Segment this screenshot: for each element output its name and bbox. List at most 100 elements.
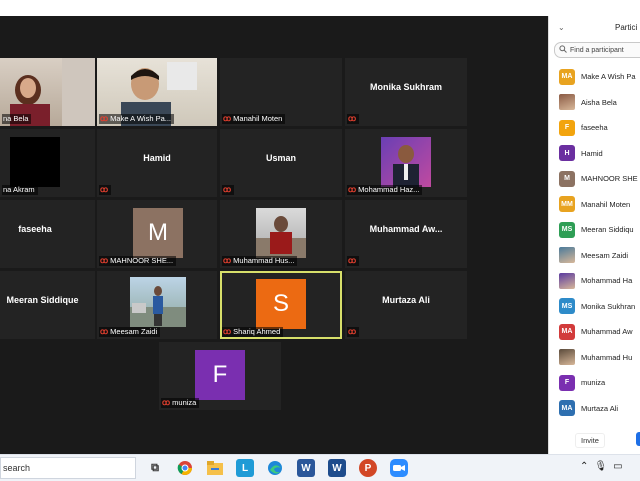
participant-search-input[interactable]: Find a participant bbox=[554, 42, 640, 58]
video-tile-akram[interactable]: na Akram bbox=[0, 129, 95, 197]
muted-mic-icon: ꝏ bbox=[223, 327, 232, 336]
participant-avatar: M bbox=[133, 208, 183, 258]
participant-photo bbox=[130, 277, 186, 327]
participant-name: Muhammad Hu bbox=[581, 352, 633, 362]
chevron-down-icon[interactable]: ⌄ bbox=[558, 23, 565, 32]
participant-list: MA Make A Wish Pa Aisha Bela Ffaseeha H Hamid… bbox=[549, 64, 640, 421]
participant-row[interactable]: Meesam Zaidi bbox=[549, 243, 640, 269]
word-icon-2[interactable]: W bbox=[328, 459, 346, 477]
video-tile-faseeha[interactable]: faseeha bbox=[0, 200, 95, 268]
participant-name: muniza bbox=[581, 378, 606, 388]
muted-mic-icon: ꝏ bbox=[348, 256, 357, 265]
participant-row[interactable]: MS Monika Sukhran bbox=[549, 294, 640, 320]
muted-mic-icon: ꝏ bbox=[100, 185, 109, 194]
participant-avatar: MM bbox=[559, 196, 575, 213]
participant-avatar: MA bbox=[559, 323, 575, 340]
muted-mic-icon: ꝏ bbox=[100, 256, 109, 265]
participant-name: Hamid bbox=[581, 148, 603, 158]
video-tile-aisha-bela[interactable]: na Bela bbox=[0, 58, 95, 126]
video-tile-muniza[interactable]: F ꝏ muniza bbox=[159, 342, 281, 410]
participants-header: ⌄ Partici bbox=[549, 16, 640, 40]
participant-avatar: MS bbox=[559, 298, 575, 315]
participant-row[interactable]: M MAHNOOR SHE bbox=[549, 166, 640, 192]
participant-photo bbox=[381, 137, 431, 187]
video-tile-murtaza-ali[interactable]: Murtaza Ali ꝏ bbox=[345, 271, 467, 339]
tile-name-label: na Akram bbox=[2, 185, 38, 195]
video-tile-usman[interactable]: Usman ꝏ bbox=[220, 129, 342, 197]
chevron-up-icon[interactable]: ⌃ bbox=[580, 461, 588, 472]
tile-name: Murtaza Ali bbox=[382, 295, 430, 305]
tile-name-label: ꝏ bbox=[347, 327, 360, 337]
participant-row[interactable]: MM Manahil Moten bbox=[549, 192, 640, 218]
participants-footer: Invite bbox=[549, 428, 640, 452]
video-tile-mahnoor[interactable]: M ꝏ MAHNOOR SHE... bbox=[97, 200, 217, 268]
participant-row[interactable]: MA Make A Wish Pa bbox=[549, 64, 640, 90]
chrome-icon[interactable] bbox=[176, 459, 194, 477]
tile-name-label: ꝏ Shariq Ahmed bbox=[222, 327, 284, 337]
gallery-view: na Bela ꝏ Make A Wish Pa... ꝏ Manahil Mote… bbox=[0, 16, 548, 454]
participant-avatar bbox=[559, 247, 575, 264]
participant-row[interactable]: Ffaseeha bbox=[549, 115, 640, 141]
participant-avatar: S bbox=[256, 279, 306, 329]
participant-video bbox=[10, 137, 60, 187]
participant-row[interactable]: Mohammad Ha bbox=[549, 268, 640, 294]
participant-avatar: MS bbox=[559, 221, 575, 238]
microphone-icon[interactable]: 🎙 bbox=[594, 461, 607, 472]
tile-name-label: ꝏ muniza bbox=[161, 398, 200, 408]
participant-row[interactable]: MA Murtaza Ali bbox=[549, 396, 640, 422]
tile-name-label: ꝏ Mohammad Haz... bbox=[347, 185, 423, 195]
muted-mic-icon: ꝏ bbox=[223, 114, 232, 123]
taskbar-search-box[interactable]: search bbox=[0, 457, 136, 479]
participant-row[interactable]: Aisha Bela bbox=[549, 90, 640, 116]
tile-name-label: ꝏ Meesam Zaidi bbox=[99, 327, 161, 337]
participant-row[interactable]: Fmuniza bbox=[549, 370, 640, 396]
video-tile-meeran-siddique[interactable]: Meeran Siddique bbox=[0, 271, 95, 339]
video-tile-muhammad-hus[interactable]: ꝏ Muhammad Hus... bbox=[220, 200, 342, 268]
tile-name-label: ꝏ bbox=[347, 114, 360, 124]
zoom-icon[interactable] bbox=[390, 459, 408, 477]
participant-avatar: F bbox=[195, 350, 245, 400]
video-tile-muhammad-aw[interactable]: Muhammad Aw... ꝏ bbox=[345, 200, 467, 268]
invite-button[interactable]: Invite bbox=[575, 433, 605, 448]
l-app-icon[interactable]: L bbox=[236, 459, 254, 477]
video-tile-shariq-ahmed-active-speaker[interactable]: S ꝏ Shariq Ahmed bbox=[220, 271, 342, 339]
taskbar-search-text: search bbox=[3, 463, 31, 473]
muted-mic-icon: ꝏ bbox=[223, 185, 232, 194]
muted-mic-icon: ꝏ bbox=[162, 398, 171, 407]
task-view-icon[interactable]: ⧉ bbox=[146, 459, 164, 477]
participant-avatar: MA bbox=[559, 68, 575, 85]
video-tile-meesam-zaidi[interactable]: ꝏ Meesam Zaidi bbox=[97, 271, 217, 339]
participant-avatar bbox=[559, 272, 575, 289]
word-icon[interactable]: W bbox=[297, 459, 315, 477]
edge-icon[interactable] bbox=[266, 459, 284, 477]
tile-name-label: ꝏ MAHNOOR SHE... bbox=[99, 256, 177, 266]
mute-all-button[interactable] bbox=[636, 432, 640, 446]
participants-panel: ⌄ Partici Find a participant MA Make A Wi… bbox=[548, 16, 640, 454]
tile-name: Meeran Siddique bbox=[6, 295, 79, 305]
top-strip bbox=[0, 0, 548, 16]
video-tile-make-a-wish[interactable]: ꝏ Make A Wish Pa... bbox=[97, 58, 217, 126]
tile-name-label: ꝏ bbox=[347, 256, 360, 266]
video-tile-monika-sukhram[interactable]: Monika Sukhram ꝏ bbox=[345, 58, 467, 126]
participant-name: Manahil Moten bbox=[581, 199, 631, 209]
windows-taskbar: search ⧉ L W W P ⌃ 🎙 ▭ bbox=[0, 454, 640, 481]
tile-name: Muhammad Aw... bbox=[369, 224, 443, 234]
video-tile-manahil-moten[interactable]: ꝏ Manahil Moten bbox=[220, 58, 342, 126]
participant-row[interactable]: MA Muhammad Aw bbox=[549, 319, 640, 345]
search-icon bbox=[559, 45, 567, 55]
network-icon[interactable]: ▭ bbox=[613, 461, 622, 472]
tile-name: Usman bbox=[265, 153, 296, 163]
tile-name-label: ꝏ Muhammad Hus... bbox=[222, 256, 298, 266]
participants-title: Partici bbox=[615, 23, 638, 32]
tile-name-label: ꝏ Make A Wish Pa... bbox=[99, 114, 175, 124]
video-tile-mohammad-haz[interactable]: ꝏ Mohammad Haz... bbox=[345, 129, 467, 197]
participant-row[interactable]: H Hamid bbox=[549, 141, 640, 167]
participant-row[interactable]: MS Meeran Siddiqu bbox=[549, 217, 640, 243]
video-tile-hamid[interactable]: Hamid ꝏ bbox=[97, 129, 217, 197]
tile-name: Hamid bbox=[143, 153, 171, 163]
powerpoint-icon[interactable]: P bbox=[359, 459, 377, 477]
file-explorer-icon[interactable] bbox=[206, 459, 224, 477]
participant-row[interactable]: Muhammad Hu bbox=[549, 345, 640, 371]
participant-name: Muhammad Aw bbox=[581, 327, 633, 337]
muted-mic-icon: ꝏ bbox=[348, 327, 357, 336]
